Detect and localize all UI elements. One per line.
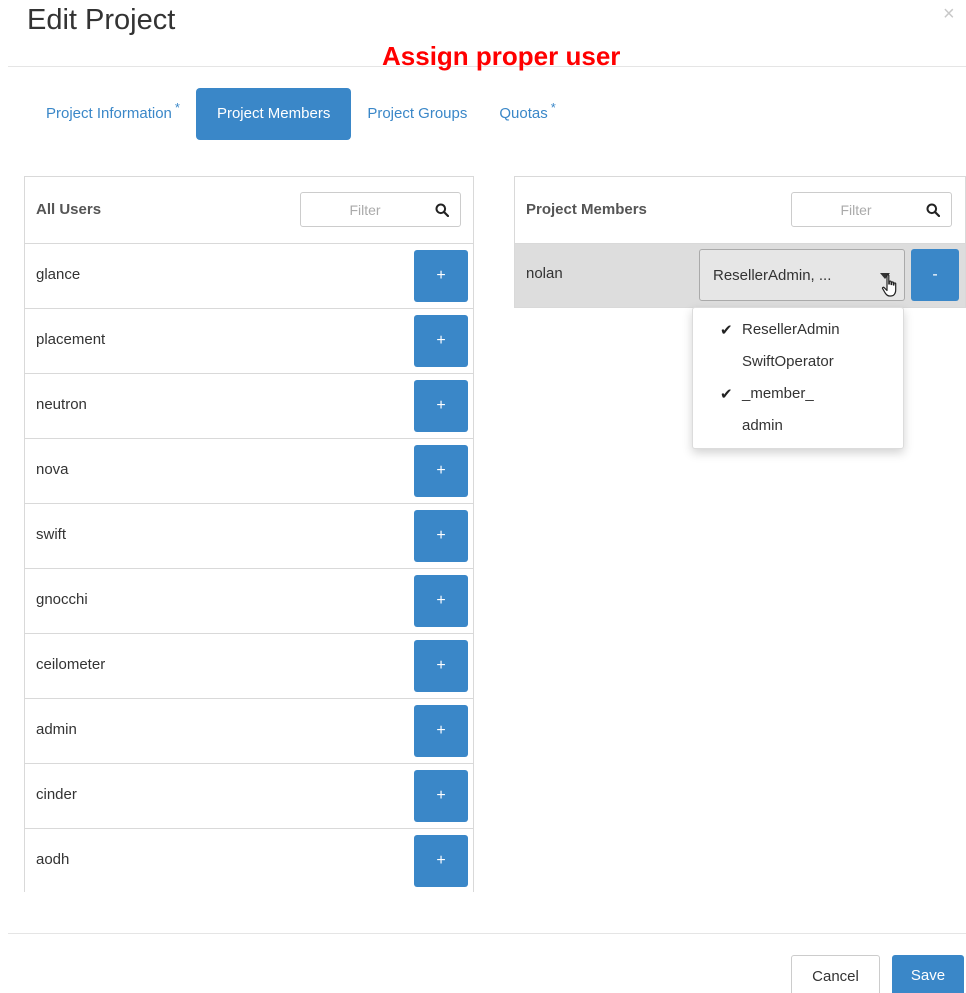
add-user-button[interactable]: + — [414, 315, 468, 367]
user-row: swift + — [25, 504, 473, 569]
user-row: glance + — [25, 244, 473, 309]
add-user-button[interactable]: + — [414, 380, 468, 432]
save-button[interactable]: Save — [892, 955, 964, 993]
close-icon[interactable]: × — [943, 4, 955, 24]
user-name: aodh — [36, 851, 70, 868]
user-row: nova + — [25, 439, 473, 504]
user-name: glance — [36, 266, 81, 283]
check-icon: ✔ — [720, 386, 733, 403]
all-users-title: All Users — [36, 201, 102, 218]
all-users-filter — [300, 192, 461, 227]
user-name: placement — [36, 331, 106, 348]
role-option-label: _member_ — [742, 385, 814, 402]
add-user-button[interactable]: + — [414, 770, 468, 822]
cancel-button[interactable]: Cancel — [791, 955, 880, 993]
edit-project-modal: Edit Project × Assign proper user Projec… — [0, 0, 966, 993]
remove-member-button[interactable]: - — [911, 249, 959, 301]
user-name: admin — [36, 721, 77, 738]
tab-project-information[interactable]: Project Information * — [30, 88, 196, 140]
user-name: cinder — [36, 786, 77, 803]
member-row: nolan ResellerAdmin, ... - — [515, 244, 965, 307]
role-option-label: ResellerAdmin — [742, 321, 840, 338]
hand-cursor-icon — [881, 274, 897, 297]
role-option-member[interactable]: ✔ _member_ — [693, 382, 903, 414]
add-user-button[interactable]: + — [414, 835, 468, 887]
project-members-header: Project Members — [515, 177, 965, 244]
project-members-filter — [791, 192, 952, 227]
tab-label: Project Groups — [367, 105, 468, 122]
required-mark: * — [174, 100, 180, 115]
footer-divider — [8, 933, 966, 934]
all-users-filter-input[interactable] — [307, 197, 423, 223]
role-option-label: SwiftOperator — [742, 353, 834, 370]
user-row: admin + — [25, 699, 473, 764]
project-members-title: Project Members — [526, 201, 647, 218]
role-option-label: admin — [742, 417, 783, 434]
required-mark: * — [550, 100, 556, 115]
user-name: swift — [36, 526, 66, 543]
user-row: aodh + — [25, 829, 473, 893]
modal-title: Edit Project — [27, 4, 176, 36]
add-user-button[interactable]: + — [414, 640, 468, 692]
add-user-button[interactable]: + — [414, 445, 468, 497]
user-row: ceilometer + — [25, 634, 473, 699]
tab-project-members[interactable]: Project Members — [195, 88, 352, 140]
tab-label: Project Members — [216, 105, 331, 122]
user-name: gnocchi — [36, 591, 88, 608]
user-row: cinder + — [25, 764, 473, 829]
role-select-value: ResellerAdmin, ... — [713, 267, 832, 284]
user-name: neutron — [36, 396, 87, 413]
user-row: neutron + — [25, 374, 473, 439]
user-row: placement + — [25, 309, 473, 374]
check-icon: ✔ — [720, 322, 733, 339]
user-name: nova — [36, 461, 69, 478]
project-members-panel: Project Members nolan ResellerAdmin, ...… — [514, 176, 966, 308]
member-name: nolan — [526, 265, 563, 282]
role-option-reselleradmin[interactable]: ✔ ResellerAdmin — [693, 318, 903, 350]
add-user-button[interactable]: + — [414, 705, 468, 757]
tab-quotas[interactable]: Quotas * — [483, 88, 571, 140]
all-users-header: All Users — [25, 177, 473, 244]
tab-label: Project Information — [46, 105, 172, 122]
role-option-admin[interactable]: admin — [693, 414, 903, 446]
annotation-text: Assign proper user — [382, 41, 621, 71]
all-users-panel: All Users glance + placement + neutron + — [24, 176, 474, 893]
role-select[interactable]: ResellerAdmin, ... — [699, 249, 905, 301]
search-icon[interactable] — [435, 203, 449, 217]
tab-label: Quotas — [499, 105, 548, 122]
tab-bar: Project Information * Project Members Pro… — [30, 88, 572, 140]
role-option-swiftoperator[interactable]: SwiftOperator — [693, 350, 903, 382]
search-icon[interactable] — [926, 203, 940, 217]
all-users-list: glance + placement + neutron + nova + sw… — [25, 244, 473, 893]
add-user-button[interactable]: + — [414, 575, 468, 627]
add-user-button[interactable]: + — [414, 510, 468, 562]
user-row: gnocchi + — [25, 569, 473, 634]
role-dropdown-menu: ✔ ResellerAdmin SwiftOperator ✔ _member_… — [692, 307, 904, 449]
user-name: ceilometer — [36, 656, 106, 673]
add-user-button[interactable]: + — [414, 250, 468, 302]
project-members-filter-input[interactable] — [798, 197, 914, 223]
tab-project-groups[interactable]: Project Groups — [351, 88, 483, 140]
